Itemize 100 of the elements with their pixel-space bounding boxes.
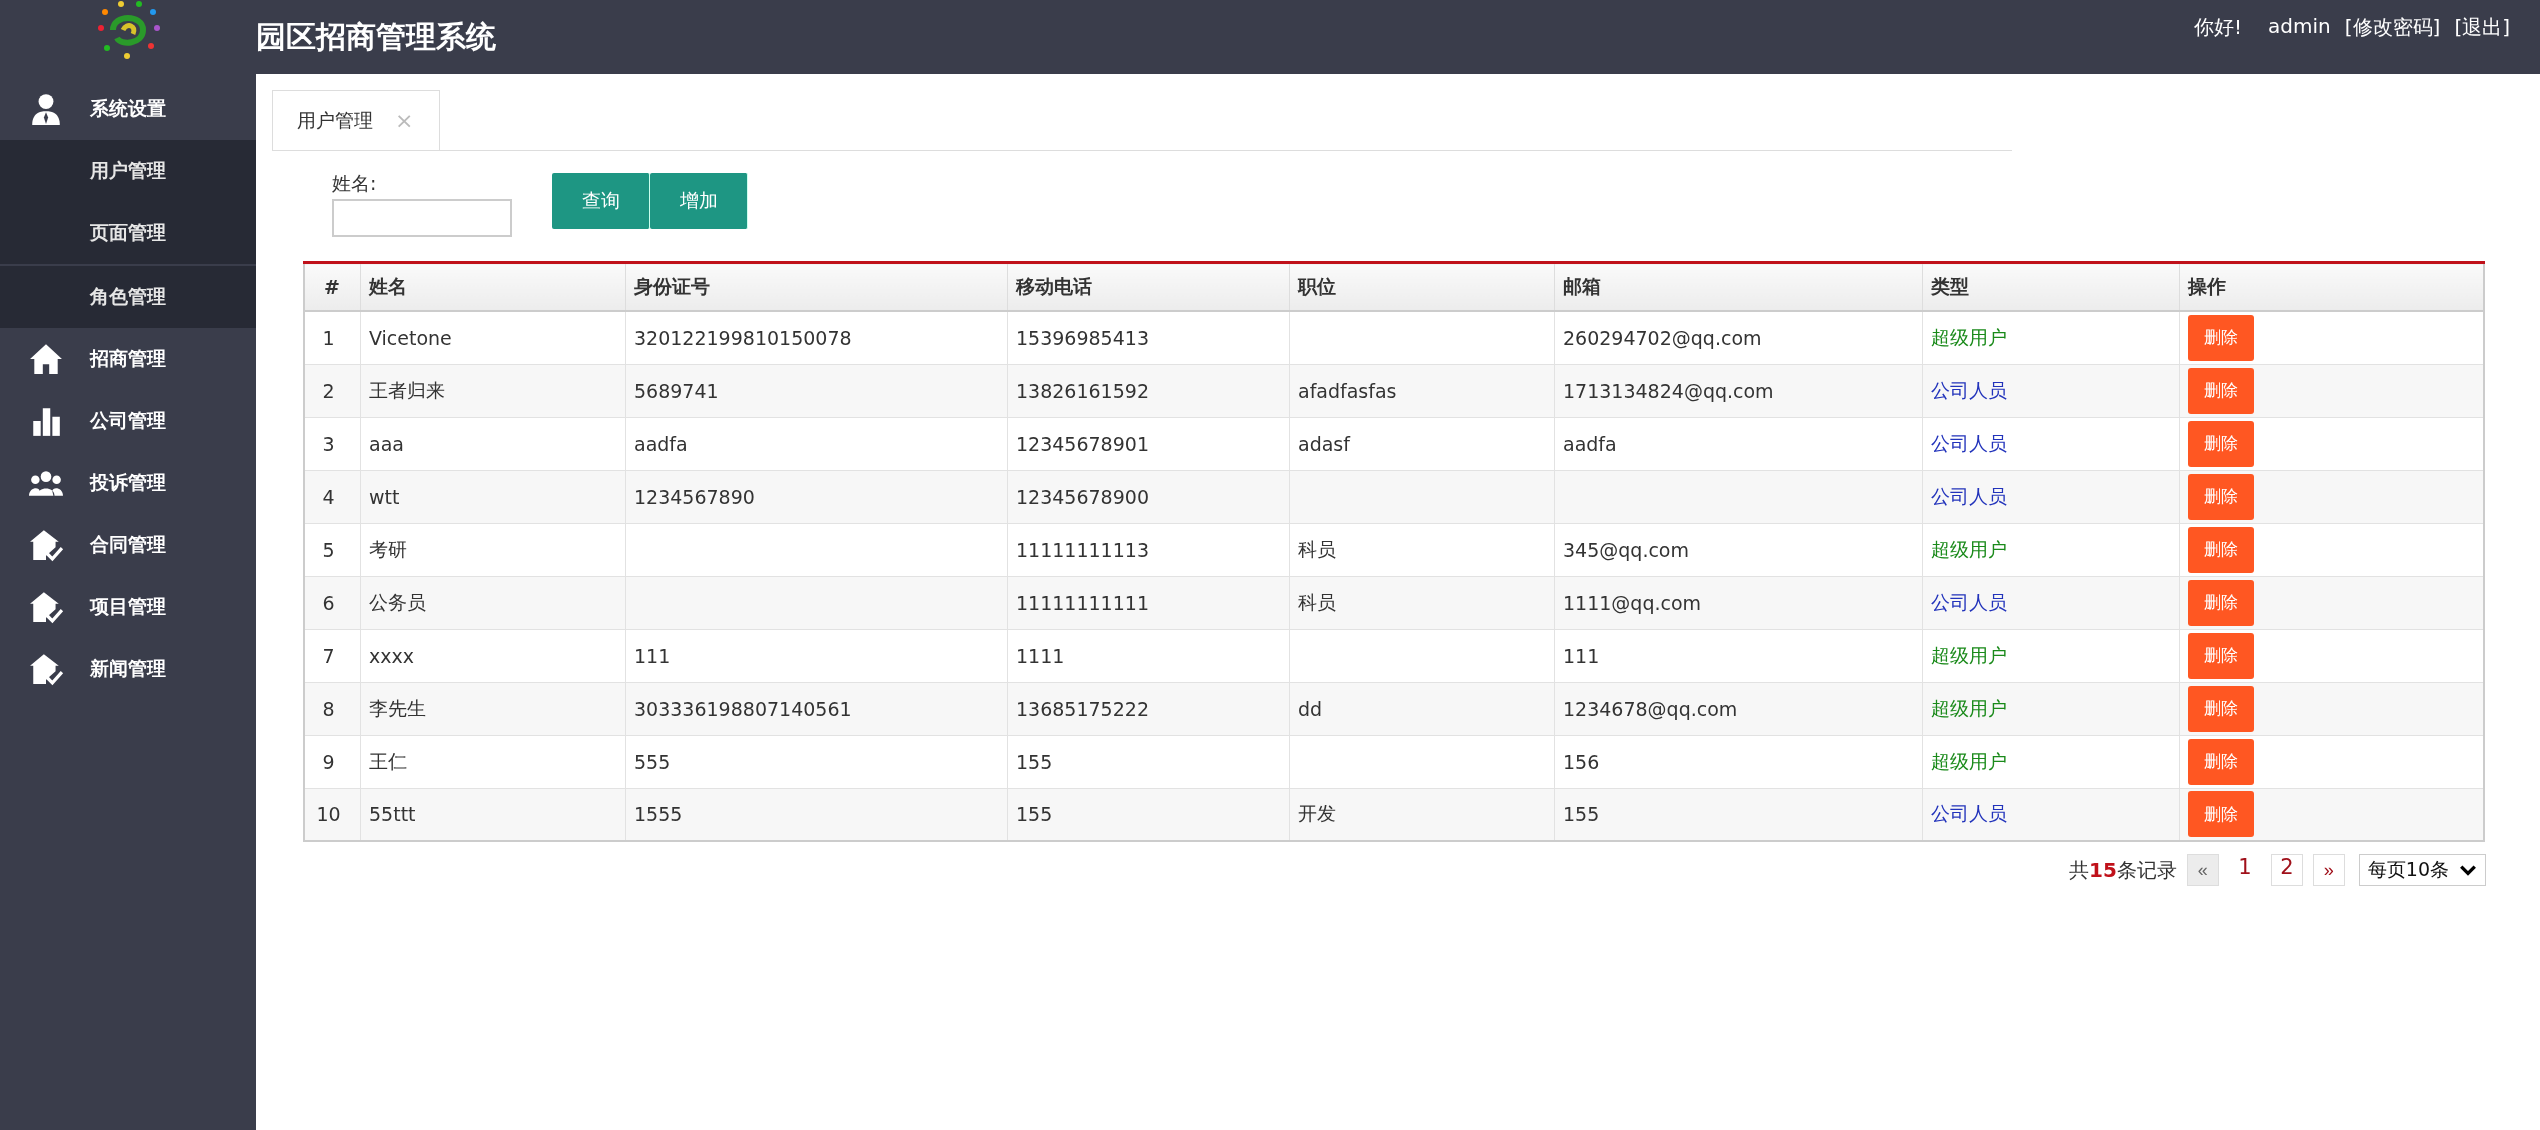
table-cell: 科员 [1298, 537, 1336, 560]
user-type-text: 公司人员 [1931, 484, 2007, 507]
user-type-text: 超级用户 [1931, 537, 2007, 560]
table-cell: 1 [322, 326, 335, 349]
column-header: 职位 [1289, 262, 1555, 311]
table-cell: 11111111113 [1016, 538, 1149, 561]
column-header: 邮箱 [1554, 262, 1923, 311]
table-cell: 111 [634, 644, 671, 667]
app-title: 园区招商管理系统 [256, 17, 496, 56]
username-text: admin [2268, 14, 2331, 40]
table-cell: afadfasfas [1298, 379, 1397, 402]
home-icon [28, 342, 64, 376]
field-label: 姓名: [332, 171, 378, 196]
table-cell: 王者归来 [369, 378, 445, 401]
table-cell: 12345678900 [1016, 485, 1149, 508]
table-cell: 1555 [634, 803, 683, 826]
table-cell: 2 [322, 379, 335, 402]
user-type-text: 公司人员 [1931, 378, 2007, 401]
table-cell: 10 [316, 803, 341, 826]
table-cell: 155 [1016, 750, 1053, 773]
table-cell: aadfa [1563, 432, 1617, 455]
user-type-text: 公司人员 [1931, 590, 2007, 613]
user-type-text: 超级用户 [1931, 643, 2007, 666]
table-cell: 开发 [1298, 802, 1336, 825]
table-cell: aaa [369, 432, 404, 455]
table-cell: 李先生 [369, 696, 426, 719]
column-header: 移动电话 [1007, 262, 1290, 311]
user-type-text: 公司人员 [1931, 802, 2007, 825]
table-cell: 科员 [1298, 590, 1336, 613]
table-cell: 11111111111 [1016, 591, 1149, 614]
table-cell: 1234567890 [634, 485, 755, 508]
user-type-text: 超级用户 [1931, 325, 2007, 348]
table-cell: 1111 [1016, 644, 1065, 667]
table-cell: dd [1298, 697, 1323, 720]
record-count: 共15条记录 [2068, 856, 2177, 884]
sidebar-item[interactable]: 项目管理 [0, 576, 256, 638]
sidebar-subitem[interactable]: 用户管理 [0, 140, 256, 202]
table-cell: 260294702@qq.com [1563, 326, 1762, 349]
sidebar-item[interactable]: 系统设置 [0, 78, 256, 140]
house-check-icon [28, 652, 64, 686]
column-header: # [304, 262, 361, 311]
table-cell: Vicetone [369, 326, 452, 349]
column-header: 类型 [1922, 262, 2180, 311]
table-cell: 156 [1563, 750, 1600, 773]
table-cell: 13826161592 [1016, 379, 1149, 402]
table-cell: 1713134824@qq.com [1563, 379, 1774, 402]
user-type-text: 超级用户 [1931, 749, 2007, 772]
sidebar-subitem[interactable]: 页面管理 [0, 202, 256, 264]
table-cell: 13685175222 [1016, 697, 1149, 720]
table-cell: 345@qq.com [1563, 538, 1689, 561]
table-cell: aadfa [634, 432, 688, 455]
name-input-field[interactable] [332, 199, 512, 237]
table-cell: 1234678@qq.com [1563, 697, 1738, 720]
chevron-down-icon [2459, 864, 2477, 876]
sidebar-item[interactable]: 投诉管理 [0, 452, 256, 514]
sidebar-item[interactable]: 新闻管理 [0, 638, 256, 700]
greeting-text: 你好! [2194, 14, 2243, 41]
table-cell: 5 [322, 538, 335, 561]
action-button[interactable]: 查询 [552, 173, 650, 229]
house-check-icon [28, 590, 64, 624]
table-cell: 155 [1016, 803, 1053, 826]
table-cell: wtt [369, 485, 400, 508]
page-size-dropdown[interactable]: 每页10条 [2358, 854, 2486, 886]
table-cell: 55ttt [369, 803, 416, 826]
table-cell: 7 [322, 644, 335, 667]
table-cell: 15396985413 [1016, 326, 1149, 349]
sidebar-item[interactable]: 公司管理 [0, 390, 256, 452]
table-cell: 5689741 [634, 379, 719, 402]
table-cell: 555 [634, 750, 671, 773]
tab[interactable]: 用户管理 × [272, 90, 441, 150]
table-cell: adasf [1298, 432, 1350, 455]
column-header: 姓名 [360, 262, 626, 311]
sidebar-item[interactable]: 招商管理 [0, 328, 256, 390]
house-check-icon [28, 528, 64, 562]
table-cell: 3 [322, 432, 335, 455]
action-button[interactable]: 增加 [650, 173, 748, 229]
header-link[interactable]: [退出] [2454, 14, 2510, 41]
user-type-text: 公司人员 [1931, 431, 2007, 454]
table-cell: 155 [1563, 803, 1600, 826]
table-cell: 303336198807140561 [634, 697, 852, 720]
table-cell: 王仁 [369, 749, 407, 772]
table-cell: 12345678901 [1016, 432, 1149, 455]
sidebar-item[interactable]: 合同管理 [0, 514, 256, 576]
next-page-button[interactable]: » [2312, 854, 2345, 886]
column-header: 操作 [2179, 262, 2484, 311]
column-header: 身份证号 [625, 262, 1008, 311]
table-cell: 6 [322, 591, 335, 614]
table-cell: 公务员 [369, 590, 426, 613]
page-button[interactable]: 2 [2270, 854, 2303, 886]
sidebar-subitem[interactable]: 角色管理 [0, 264, 256, 328]
table-cell: 9 [322, 750, 335, 773]
user-type-text: 超级用户 [1931, 696, 2007, 719]
table-cell: 4 [322, 485, 335, 508]
table-cell: 8 [322, 697, 335, 720]
table-cell: 111 [1563, 644, 1600, 667]
table-cell: xxxx [369, 644, 414, 667]
table-cell: 考研 [369, 537, 407, 560]
header-link[interactable]: [修改密码] [2344, 14, 2441, 41]
table-cell: 320122199810150078 [634, 326, 852, 349]
table-cell: 1111@qq.com [1563, 591, 1702, 614]
